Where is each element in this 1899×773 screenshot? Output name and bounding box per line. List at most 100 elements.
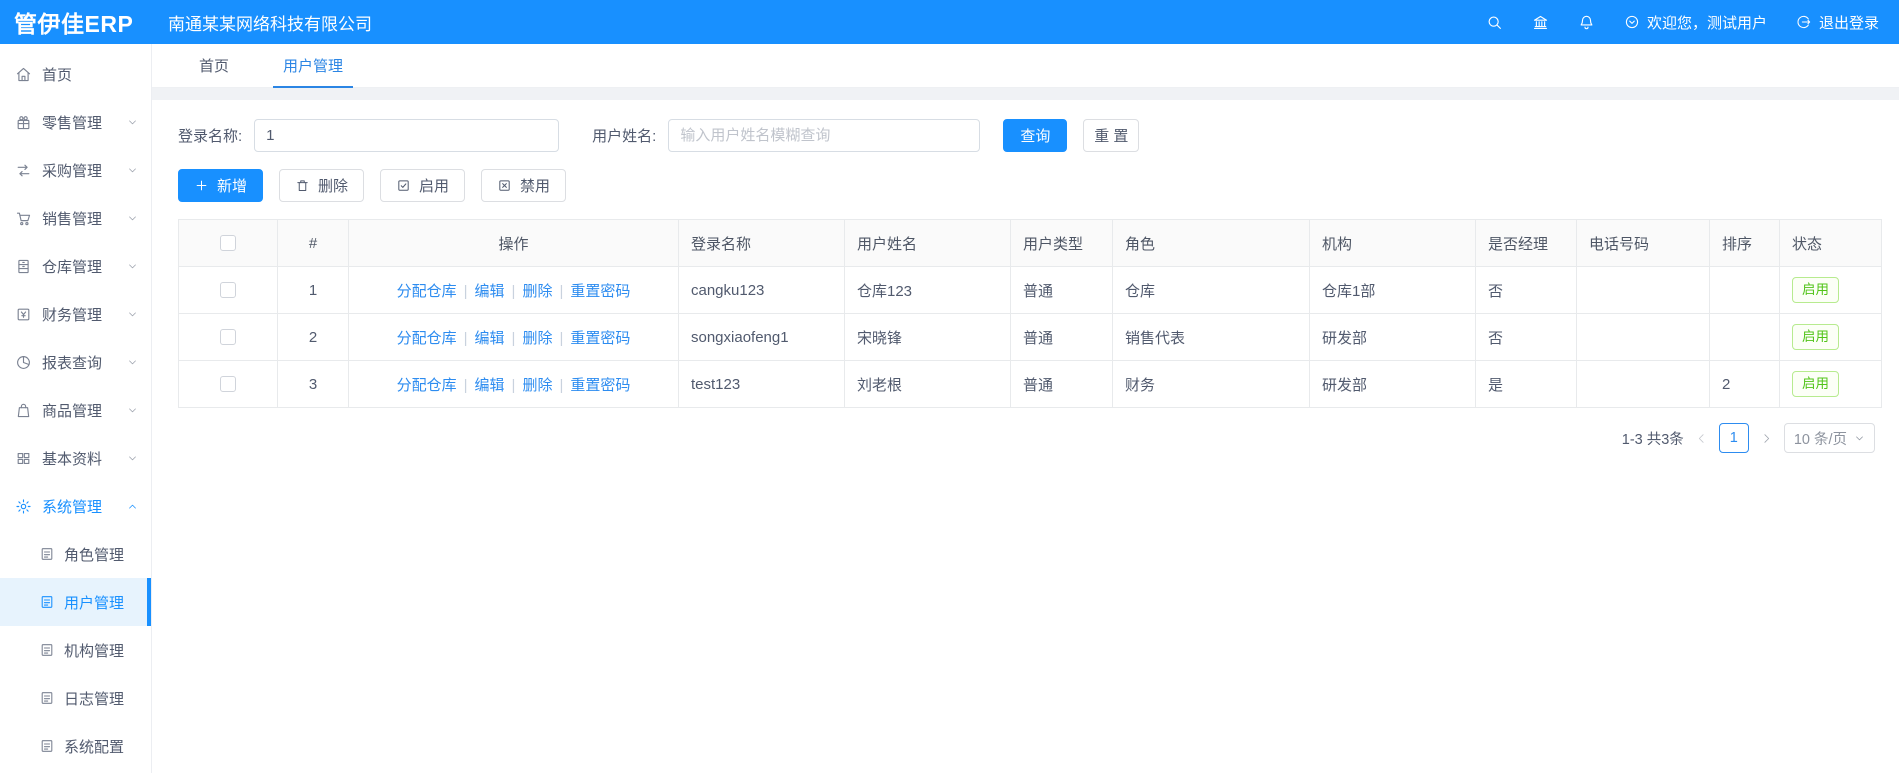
login-name-input[interactable] (254, 119, 560, 152)
sidebar-item-retail[interactable]: 零售管理 (0, 98, 151, 146)
cell-role: 财务 (1112, 360, 1310, 408)
report-icon (15, 354, 32, 371)
action-edit[interactable]: 编辑 (475, 377, 505, 394)
app-logo[interactable]: 管伊佳ERP (0, 5, 152, 39)
add-button[interactable]: 新增 (178, 169, 264, 202)
sidebar-subitem-config[interactable]: 系统配置 (0, 722, 151, 770)
cell-index: 2 (277, 313, 349, 361)
retail-icon (15, 114, 32, 131)
next-page-button[interactable] (1760, 432, 1773, 445)
row-checkbox[interactable] (220, 376, 236, 392)
search-form: 登录名称: 用户姓名: 查询 重 置 (178, 119, 1881, 152)
user-name-input[interactable] (668, 119, 981, 152)
sidebar: 首页零售管理 采购管理 销售管理 仓库管理 财务管理 报表查询 商品管理 基本资料系统管理角色… (0, 44, 152, 773)
action-delete[interactable]: 删除 (522, 283, 552, 300)
toolbar: 新增 删除 启用 禁用 (178, 169, 1881, 202)
cell-manager: 否 (1475, 313, 1577, 361)
sidebar-item-warehouse[interactable]: 仓库管理 (0, 242, 151, 290)
sidebar-subitem-log[interactable]: 日志管理 (0, 674, 151, 722)
page-size-select[interactable]: 10 条/页 (1783, 423, 1875, 453)
cell-phone (1576, 360, 1710, 408)
cell-status: 启用 (1779, 313, 1882, 361)
sidebar-subitem-role[interactable]: 角色管理 (0, 530, 151, 578)
status-badge: 启用 (1792, 323, 1839, 351)
plus-icon (194, 178, 209, 193)
tab-home[interactable]: 首页 (185, 44, 243, 87)
action-reset-password[interactable]: 重置密码 (570, 330, 630, 347)
sidebar-item-label: 首页 (42, 66, 73, 84)
bank-icon[interactable] (1532, 14, 1549, 31)
sidebar-item-purchase[interactable]: 采购管理 (0, 146, 151, 194)
column-header: # (277, 219, 349, 267)
header-actions: 欢迎您，测试用户 退出登录 (1486, 12, 1899, 33)
action-assign-warehouse[interactable]: 分配仓库 (397, 330, 457, 347)
tab-user-management[interactable]: 用户管理 (269, 44, 357, 88)
cell-login: songxiaofeng1 (678, 313, 845, 361)
cell-sort (1709, 313, 1780, 361)
action-separator: | (463, 376, 468, 394)
action-edit[interactable]: 编辑 (475, 283, 505, 300)
cell-phone (1576, 313, 1710, 361)
disable-button[interactable]: 禁用 (481, 169, 567, 202)
prev-page-button[interactable] (1695, 432, 1708, 445)
select-all-cell (178, 219, 278, 267)
action-separator: | (559, 329, 564, 347)
cell-actions: 分配仓库 | 编辑 | 删除 | 重置密码 (348, 313, 679, 361)
chevron-down-icon (127, 405, 138, 416)
sidebar-subitem-label: 用户管理 (64, 594, 125, 612)
column-header: 是否经理 (1475, 219, 1577, 267)
sidebar-item-label: 系统管理 (42, 498, 103, 516)
row-checkbox[interactable] (220, 329, 236, 345)
cell-sort: 2 (1709, 360, 1780, 408)
delete-button[interactable]: 删除 (279, 169, 365, 202)
bell-icon[interactable] (1578, 14, 1595, 31)
select-all-checkbox[interactable] (220, 235, 236, 251)
logout-button[interactable]: 退出登录 (1796, 12, 1879, 33)
table-header-row: # 操作 登录名称 用户姓名 用户类型 角色 机构 是否经理 电话号码 排序 状态 (178, 219, 1882, 267)
cell-org: 研发部 (1309, 360, 1476, 408)
action-separator: | (463, 329, 468, 347)
cell-type: 普通 (1010, 313, 1113, 361)
action-edit[interactable]: 编辑 (475, 330, 505, 347)
action-assign-warehouse[interactable]: 分配仓库 (397, 377, 457, 394)
cell-status: 启用 (1779, 266, 1882, 314)
cell-role: 销售代表 (1112, 313, 1310, 361)
action-reset-password[interactable]: 重置密码 (570, 377, 630, 394)
sidebar-item-report[interactable]: 报表查询 (0, 338, 151, 386)
sidebar-item-basic[interactable]: 基本资料 (0, 434, 151, 482)
delete-button-label: 删除 (318, 178, 349, 195)
sidebar-item-finance[interactable]: 财务管理 (0, 290, 151, 338)
page-number-button[interactable]: 1 (1718, 423, 1749, 453)
cell-phone (1576, 266, 1710, 314)
add-button-label: 新增 (217, 178, 248, 195)
content-panel: 登录名称: 用户姓名: 查询 重 置 新增 删除 (152, 100, 1899, 773)
action-delete[interactable]: 删除 (522, 377, 552, 394)
user-circle-icon (1624, 14, 1640, 30)
action-delete[interactable]: 删除 (522, 330, 552, 347)
doc-icon (39, 738, 55, 754)
sidebar-subitem-org[interactable]: 机构管理 (0, 626, 151, 674)
row-select-cell (178, 313, 278, 361)
user-menu[interactable]: 欢迎您，测试用户 (1624, 12, 1767, 33)
cell-actions: 分配仓库 | 编辑 | 删除 | 重置密码 (348, 360, 679, 408)
column-header: 电话号码 (1576, 219, 1710, 267)
reset-button[interactable]: 重 置 (1083, 119, 1140, 152)
sidebar-subitem-user[interactable]: 用户管理 (0, 578, 151, 626)
sidebar-item-goods[interactable]: 商品管理 (0, 386, 151, 434)
sidebar-item-home[interactable]: 首页 (0, 50, 151, 98)
chevron-down-icon (127, 117, 138, 128)
cell-login: cangku123 (678, 266, 845, 314)
enable-button-label: 启用 (419, 178, 450, 195)
sidebar-item-sales[interactable]: 销售管理 (0, 194, 151, 242)
action-assign-warehouse[interactable]: 分配仓库 (397, 283, 457, 300)
search-icon[interactable] (1486, 14, 1503, 31)
sidebar-item-system[interactable]: 系统管理 (0, 482, 151, 530)
cell-manager: 否 (1475, 266, 1577, 314)
basic-icon (15, 450, 32, 467)
row-checkbox[interactable] (220, 282, 236, 298)
cell-actions: 分配仓库 | 编辑 | 删除 | 重置密码 (348, 266, 679, 314)
action-reset-password[interactable]: 重置密码 (570, 283, 630, 300)
enable-button[interactable]: 启用 (380, 169, 466, 202)
query-button[interactable]: 查询 (1003, 119, 1068, 152)
action-separator: | (559, 376, 564, 394)
